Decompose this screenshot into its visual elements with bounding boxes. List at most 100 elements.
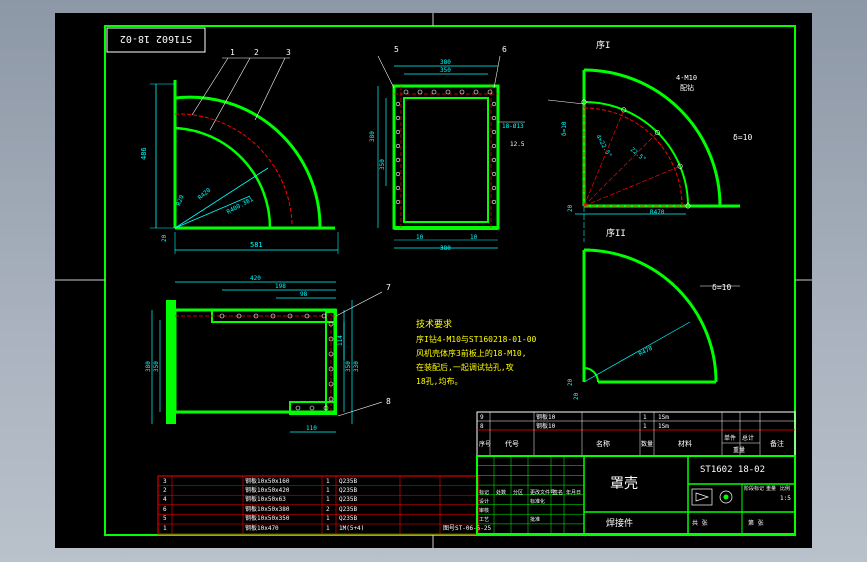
note-arc-a-thickness: δ=10 xyxy=(733,133,752,142)
balloon-7: 7 xyxy=(386,283,391,292)
upper-row-9-qty: 1 xyxy=(643,414,647,421)
lower-row-6-qty: 1 xyxy=(326,525,330,532)
title-label-mark: 标记 xyxy=(479,489,489,496)
view-label-b: 序II xyxy=(606,227,626,239)
title-part-name: 罩壳 xyxy=(610,475,638,492)
dim-side-hole: 18-Ø13 xyxy=(502,123,524,130)
dim-side-bot1: 10 xyxy=(416,234,424,241)
title-sheet-total: 共 张 xyxy=(692,519,708,527)
lower-row-6-name: 钢板10x470 xyxy=(245,524,279,532)
header-remark: 备注 xyxy=(770,439,784,448)
dim-front-height: 486 xyxy=(140,147,148,160)
lower-row-5-mat: Q235B xyxy=(339,515,357,522)
title-label-scale: 比例 xyxy=(780,485,790,492)
title-label-process: 工艺 xyxy=(479,517,489,523)
balloon-1: 1 xyxy=(230,48,235,57)
dim-side-top1: 380 xyxy=(440,59,451,66)
upper-row-9-spec: 1Sm xyxy=(658,414,669,421)
upper-row-9-name: 钢板10 xyxy=(536,413,556,421)
dim-side-h2: 350 xyxy=(379,159,386,170)
lower-footer: 图号ST-06-5-25 xyxy=(443,525,492,532)
note-arc-b-thickness: δ=10 xyxy=(712,283,731,292)
title-label-sign: 签名 xyxy=(553,489,563,496)
lower-row-2-no: 2 xyxy=(163,487,167,494)
lower-row-3-name: 钢板10x50x63 xyxy=(245,495,286,503)
lower-row-5-no: 5 xyxy=(163,515,167,522)
lower-row-4-no: 6 xyxy=(163,506,167,513)
dim-bottom-h2: 350 xyxy=(153,361,160,372)
header-total: 总计 xyxy=(742,434,754,442)
title-label-design: 设计 xyxy=(479,498,489,505)
header-weight: 重量 xyxy=(733,446,745,454)
lower-row-1-name: 钢板10x50x160 xyxy=(245,477,290,485)
dim-side-h1: 380 xyxy=(369,131,376,142)
lower-row-2-qty: 1 xyxy=(326,487,330,494)
view-label-a: 序I xyxy=(596,39,610,51)
header-material: 材料 xyxy=(678,439,692,448)
title-sheet-no: 第 张 xyxy=(748,519,764,527)
dim-side-depth: 12.5 xyxy=(510,141,525,148)
balloon-2: 2 xyxy=(254,48,259,57)
title-label-date: 年月日 xyxy=(566,489,581,496)
dim-arc-a-thk: δ=10 xyxy=(561,121,568,136)
lower-row-4-qty: 2 xyxy=(326,506,330,513)
drawing-sheet xyxy=(55,13,812,548)
lower-row-1-no: 3 xyxy=(163,478,167,485)
lower-row-3-no: 4 xyxy=(163,496,167,503)
dim-bottom-bot: 110 xyxy=(306,425,317,432)
note-arc-a-drill: 配钻 xyxy=(680,83,694,92)
lower-row-1-mat: Q235B xyxy=(339,478,357,485)
header-name: 名称 xyxy=(596,439,610,448)
header-code: 代号 xyxy=(505,439,519,448)
title-drawing-no: ST1602 18-02 xyxy=(700,465,765,475)
lower-row-3-qty: 1 xyxy=(326,496,330,503)
title-label-stage: 阶段标记 xyxy=(744,485,764,492)
header-unit: 单件 xyxy=(724,434,736,442)
lower-row-4-name: 钢板10x50x380 xyxy=(245,505,290,513)
dim-bottom-d1: 198 xyxy=(275,283,286,290)
title-scale: 1:5 xyxy=(780,495,791,502)
title-label-count: 处数 xyxy=(496,489,506,496)
dim-bottom-h1: 380 xyxy=(145,361,152,372)
lower-row-2-name: 钢板10x50x420 xyxy=(245,486,290,494)
dim-bottom-top: 420 xyxy=(250,275,261,282)
header-seq: 序号 xyxy=(479,440,491,448)
title-label-std: 标准化 xyxy=(530,498,545,505)
lower-row-5-name: 钢板10x50x350 xyxy=(245,514,290,522)
balloon-6: 6 xyxy=(502,45,507,54)
title-label-zone: 分区 xyxy=(513,489,523,496)
dim-side-top2: 350 xyxy=(440,67,451,74)
upper-row-8-name: 钢板10 xyxy=(536,422,556,430)
dim-arc-b-s2: 20 xyxy=(573,392,580,400)
upper-row-8-spec: 1Sm xyxy=(658,423,669,430)
lower-row-5-qty: 1 xyxy=(326,515,330,522)
title-label-approve: 批准 xyxy=(530,516,540,523)
cad-viewport: ST1602 18-02 1 2 3 486 581 R400.381 R420… xyxy=(55,13,812,548)
dim-front-step: 20 xyxy=(161,234,168,242)
tech-req-line-3: 在装配后,一起调试钻孔,攻 xyxy=(416,362,514,372)
dim-arc-a-r: R470 xyxy=(650,209,665,216)
title-label-check: 审核 xyxy=(479,507,489,514)
lower-row-3-mat: Q235B xyxy=(339,496,357,503)
upper-row-8-qty: 1 xyxy=(643,423,647,430)
dim-side-bot2: 10 xyxy=(470,234,478,241)
note-arc-a-holes: 4-M10 xyxy=(676,74,697,82)
tech-req-title: 技术要求 xyxy=(416,318,452,330)
tech-req-line-1: 序I钻4-M10与ST160218-01-00 xyxy=(416,334,537,344)
lower-row-6-mat: 1M(5+4) xyxy=(339,525,364,532)
title-label-change: 更改文件号 xyxy=(530,489,555,496)
title-label-weight: 重量 xyxy=(766,485,776,492)
tech-req-line-4: 18孔,均布。 xyxy=(416,376,462,386)
balloon-3: 3 xyxy=(286,48,291,57)
dim-bottom-r1: 350 xyxy=(345,361,352,372)
dim-bottom-h3: 114 xyxy=(337,335,344,346)
stamp-text: ST1602 18-02 xyxy=(120,33,192,44)
upper-row-9-no: 9 xyxy=(480,414,484,421)
balloon-5: 5 xyxy=(394,45,399,54)
dim-bottom-r2: 330 xyxy=(353,361,360,372)
dim-side-total: 380 xyxy=(440,245,451,252)
dim-arc-b-s1: 20 xyxy=(567,378,574,386)
dim-arc-a-step: 20 xyxy=(567,204,574,212)
dim-bottom-d2: 98 xyxy=(300,291,308,298)
upper-row-8-no: 8 xyxy=(480,423,484,430)
